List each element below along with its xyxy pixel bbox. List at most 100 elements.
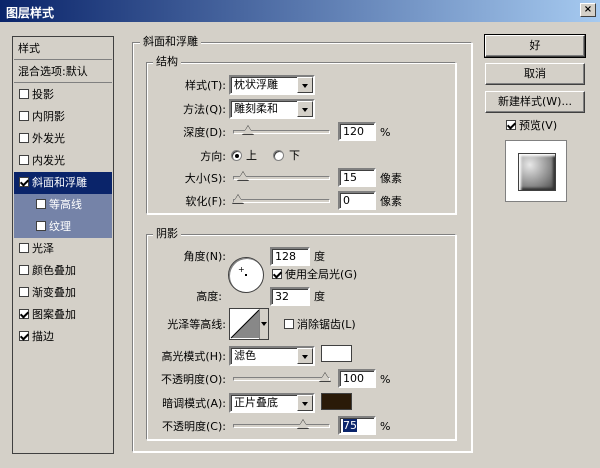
depth-slider-thumb[interactable]: [242, 125, 255, 135]
checkbox-contour[interactable]: [36, 199, 46, 209]
style-item-inner-shadow[interactable]: 内阴影: [14, 106, 112, 128]
cancel-button[interactable]: 取消: [485, 63, 585, 85]
window-title: 图层样式: [6, 6, 55, 20]
chevron-down-icon[interactable]: [297, 395, 313, 411]
highlight-opacity-thumb[interactable]: [319, 372, 331, 382]
close-button[interactable]: ×: [580, 3, 596, 17]
shadow-opacity-track[interactable]: [233, 424, 330, 428]
soften-slider-thumb[interactable]: [232, 194, 244, 204]
soften-label: 软化(F):: [185, 195, 226, 208]
global-light-row[interactable]: 使用全局光(G): [272, 268, 357, 282]
style-item-bevel-emboss[interactable]: 斜面和浮雕: [14, 172, 112, 194]
highlight-opacity-input[interactable]: 100: [338, 369, 376, 388]
style-list-header[interactable]: 样式: [14, 38, 112, 60]
style-item-color-overlay[interactable]: 颜色叠加: [14, 260, 112, 282]
soften-input[interactable]: 0: [338, 191, 376, 210]
style-label: 样式(T):: [184, 79, 226, 92]
checkbox-satin[interactable]: [19, 243, 29, 253]
highlight-opacity-track[interactable]: [233, 377, 330, 381]
bevel-style-value: 枕状浮雕: [234, 78, 278, 91]
style-item-contour[interactable]: 等高线: [14, 194, 112, 216]
ok-button[interactable]: 好: [484, 34, 586, 58]
checkbox-pattern-overlay[interactable]: [19, 309, 29, 319]
bevel-style-select[interactable]: 枕状浮雕: [229, 75, 315, 95]
new-style-button[interactable]: 新建样式(W)...: [485, 91, 585, 113]
bevel-emboss-title: 斜面和浮雕: [140, 35, 201, 49]
checkbox-outer-glow[interactable]: [19, 133, 29, 143]
highlight-opacity-label: 不透明度(O):: [161, 373, 226, 386]
checkbox-inner-shadow[interactable]: [19, 111, 29, 121]
checkbox-inner-glow[interactable]: [19, 155, 29, 165]
style-item-label: 外发光: [32, 132, 65, 145]
technique-select[interactable]: 雕刻柔和: [229, 99, 315, 119]
angle-input[interactable]: 128: [270, 247, 310, 266]
antialias-row[interactable]: 消除锯齿(L): [284, 318, 356, 332]
antialias-checkbox[interactable]: [284, 319, 294, 329]
crosshair-icon: +: [238, 265, 245, 274]
shading-title: 阴影: [153, 227, 181, 241]
size-input[interactable]: 15: [338, 168, 376, 187]
shadow-mode-select[interactable]: 正片叠底: [229, 393, 315, 413]
angle-dial[interactable]: +: [228, 257, 264, 293]
style-item-label: 斜面和浮雕: [32, 176, 87, 189]
preview-checkbox[interactable]: [506, 120, 516, 130]
checkbox-bevel-emboss[interactable]: [19, 177, 29, 187]
direction-down-label[interactable]: 下: [289, 149, 300, 163]
style-item-satin[interactable]: 光泽: [14, 238, 112, 260]
angle-label: 角度(N):: [183, 250, 226, 263]
checkbox-texture[interactable]: [36, 221, 46, 231]
chevron-down-icon[interactable]: [297, 77, 313, 93]
style-item-label: 光泽: [32, 242, 54, 255]
checkbox-gradient-overlay[interactable]: [19, 287, 29, 297]
preview-label[interactable]: 预览(V): [519, 119, 557, 132]
style-item-label: 投影: [32, 88, 54, 101]
style-item-label: 内阴影: [32, 110, 65, 123]
highlight-mode-select[interactable]: 滤色: [229, 346, 315, 366]
style-item-pattern-overlay[interactable]: 图案叠加: [14, 304, 112, 326]
style-item-drop-shadow[interactable]: 投影: [14, 84, 112, 106]
style-item-label: 颜色叠加: [32, 264, 76, 277]
highlight-mode-label: 高光模式(H):: [161, 350, 226, 363]
style-item-label: 描边: [32, 330, 54, 343]
style-item-label: 渐变叠加: [32, 286, 76, 299]
style-item-label: 图案叠加: [32, 308, 76, 321]
shadow-mode-value: 正片叠底: [234, 396, 278, 409]
soften-slider-track[interactable]: [233, 199, 330, 203]
highlight-color-swatch[interactable]: [321, 345, 352, 362]
style-list: 样式 混合选项:默认 投影 内阴影 外发光 内发光 斜面和浮雕 等高线 纹理 光…: [12, 36, 114, 454]
global-light-label[interactable]: 使用全局光(G): [285, 268, 357, 281]
direction-up-radio[interactable]: [231, 150, 242, 161]
antialias-label[interactable]: 消除锯齿(L): [297, 318, 356, 331]
gloss-contour-picker[interactable]: [229, 308, 269, 340]
shadow-color-swatch[interactable]: [321, 393, 352, 410]
shadow-opacity-label: 不透明度(C):: [162, 420, 226, 433]
style-item-gradient-overlay[interactable]: 渐变叠加: [14, 282, 112, 304]
chevron-down-icon[interactable]: [297, 348, 313, 364]
direction-down-radio[interactable]: [273, 150, 284, 161]
checkbox-drop-shadow[interactable]: [19, 89, 29, 99]
highlight-mode-value: 滤色: [234, 349, 256, 362]
checkbox-stroke[interactable]: [19, 331, 29, 341]
style-item-stroke[interactable]: 描边: [14, 326, 112, 348]
altitude-input[interactable]: 32: [270, 287, 310, 306]
angle-dial-center: [245, 274, 247, 276]
altitude-label: 高度:: [196, 290, 222, 303]
chevron-down-icon[interactable]: [297, 101, 313, 117]
blending-options-item[interactable]: 混合选项:默认: [14, 61, 112, 83]
preview-row[interactable]: 预览(V): [506, 119, 557, 133]
direction-label: 方向:: [200, 150, 226, 163]
style-item-inner-glow[interactable]: 内发光: [14, 150, 112, 172]
checkbox-color-overlay[interactable]: [19, 265, 29, 275]
depth-input[interactable]: 120: [338, 122, 376, 141]
global-light-checkbox[interactable]: [272, 269, 282, 279]
shadow-opacity-input[interactable]: 75: [338, 416, 376, 435]
direction-up-label[interactable]: 上: [246, 149, 257, 163]
style-preview: [505, 140, 567, 202]
chevron-down-icon[interactable]: [259, 309, 268, 339]
shadow-opacity-thumb[interactable]: [297, 419, 310, 429]
size-slider-thumb[interactable]: [237, 171, 250, 181]
style-item-outer-glow[interactable]: 外发光: [14, 128, 112, 150]
style-item-texture[interactable]: 纹理: [14, 216, 112, 238]
contour-curve-icon: [230, 309, 260, 339]
shadow-mode-label: 暗调模式(A):: [162, 397, 226, 410]
